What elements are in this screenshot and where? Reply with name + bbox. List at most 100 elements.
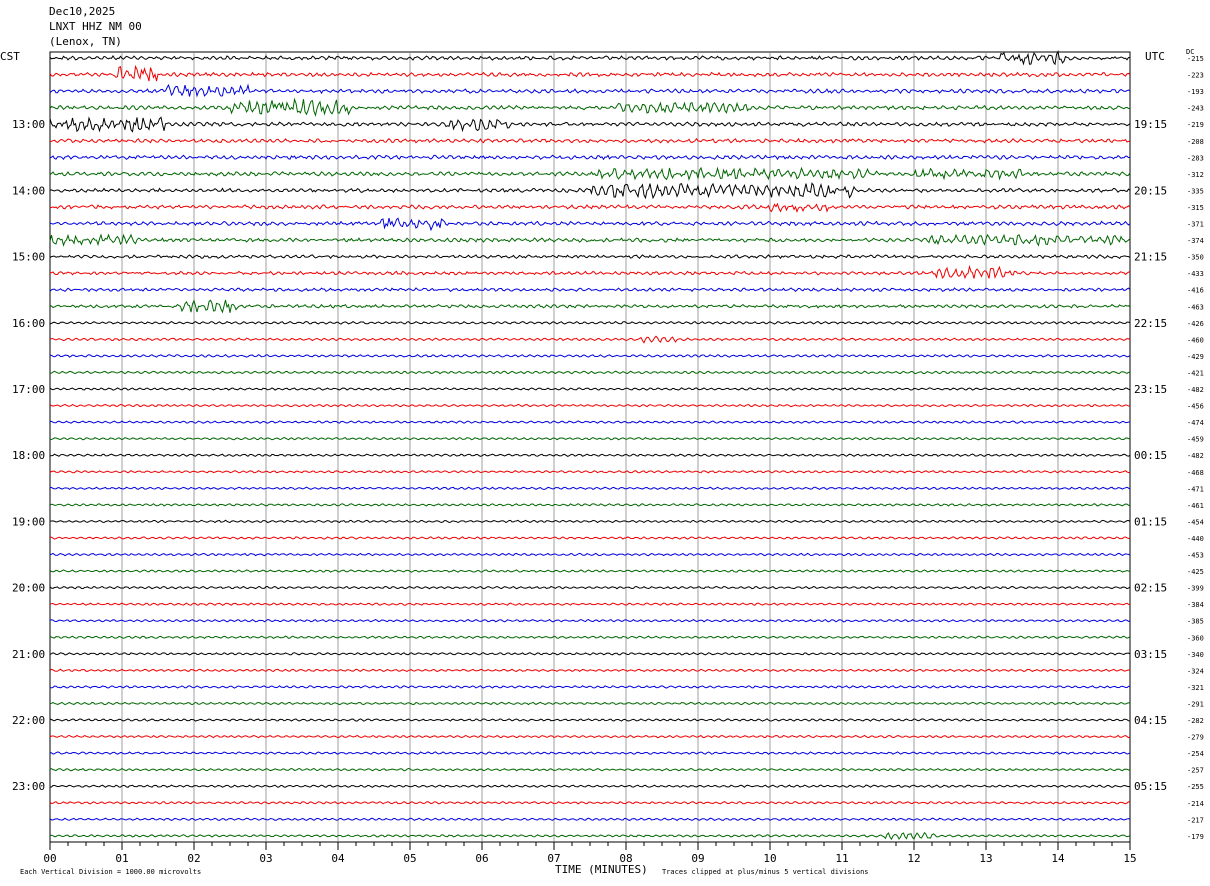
dc-offset-label: -193 [1187,88,1204,96]
dc-offset-label: -385 [1187,618,1204,626]
x-tick-label: 00 [43,852,56,865]
trace-line [49,569,1131,573]
trace-line [49,536,1131,540]
header-station: LNXT HHZ NM 00 [49,20,142,33]
trace-line [49,618,1131,623]
dc-offset-label: -312 [1187,171,1204,179]
trace-line [49,182,1131,200]
vertical-gridlines [49,51,1131,843]
x-axis-title: TIME (MINUTES) [555,863,648,876]
dc-offset-label: -243 [1187,105,1204,113]
trace-line [49,668,1131,673]
x-tick-label: 11 [835,852,848,865]
left-hour-label: 13:00 [12,118,45,131]
trace-line [49,685,1131,689]
trace-line [49,264,1131,280]
dc-offset-label: -208 [1187,138,1204,146]
trace-line [49,202,1131,213]
trace-line [49,519,1131,524]
dc-offset-label: -460 [1187,336,1204,344]
dc-offset-label: -321 [1187,684,1204,692]
trace-line [49,801,1131,805]
trace-line [49,784,1131,788]
x-tick-label: 13 [979,852,992,865]
dc-offset-label: -179 [1187,833,1204,841]
right-hour-label: 23:15 [1134,383,1167,396]
x-tick-label: 10 [763,852,776,865]
trace-line [49,370,1131,375]
seismic-traces [49,49,1131,841]
left-hour-labels: 13:00 14:00 15:00 16:00 17:00 18:00 19:00 20:00… [12,118,45,793]
trace-line [49,233,1131,247]
trace-line [49,652,1131,656]
x-tick-label: 03 [259,852,272,865]
dc-offset-label: -433 [1187,270,1204,278]
left-hour-label: 18:00 [12,449,45,462]
dc-offset-label: -454 [1187,518,1204,526]
right-hour-label: 21:15 [1134,251,1167,264]
trace-line [49,734,1131,739]
trace-line [49,503,1131,507]
dc-offset-label: -459 [1187,436,1204,444]
dc-offset-label: -340 [1187,651,1204,659]
dc-offset-label: -463 [1187,303,1204,311]
header-location: (Lenox, TN) [49,35,122,48]
trace-line [49,137,1131,144]
dc-offset-label: -425 [1187,568,1204,576]
left-hour-label: 23:00 [12,780,45,793]
trace-line [49,701,1131,706]
x-tick-label: 06 [475,852,488,865]
right-hour-label: 03:15 [1134,648,1167,661]
x-tick-label: 12 [907,852,920,865]
dc-offset-label: -283 [1187,154,1204,162]
trace-line [49,154,1131,161]
dc-offset-label: -371 [1187,221,1204,229]
left-hour-label: 16:00 [12,317,45,330]
dc-offset-label: -421 [1187,369,1204,377]
right-hour-label: 05:15 [1134,780,1167,793]
dc-offset-label: -223 [1187,72,1204,80]
right-hour-label: 19:15 [1134,118,1167,131]
helicorder-plot: 13:00 14:00 15:00 16:00 17:00 18:00 19:00 20:00… [12,49,1204,865]
dc-offset-label: -482 [1187,452,1204,460]
trace-line [49,718,1131,722]
dc-offset-label: -214 [1187,800,1204,808]
dc-offset-label: -255 [1187,783,1204,791]
right-hour-labels: 19:15 20:15 21:15 22:15 23:15 00:15 01:15 02:15… [1134,118,1167,793]
dc-offset-label: -282 [1187,717,1204,725]
dc-offset-label: -399 [1187,585,1204,593]
left-hour-label: 21:00 [12,648,45,661]
dc-offset-label: -374 [1187,237,1204,245]
dc-offset-labels: -215 -223 -193 -243 -219 -208 -283 -312 -335 -315… [1187,55,1204,841]
plot-frame [49,51,1131,843]
right-hour-label: 01:15 [1134,515,1167,528]
dc-offset-label: -456 [1187,403,1204,411]
left-hour-label: 19:00 [12,515,45,528]
trace-line [49,299,1131,314]
trace-line [49,116,1131,133]
dc-offset-label: -360 [1187,634,1204,642]
x-tick-label: 05 [403,852,416,865]
scale-note: Each Vertical Division = 1000.00 microvo… [20,868,202,876]
x-tick-label: 02 [187,852,200,865]
dc-offset-label: -257 [1187,767,1204,775]
trace-line [49,635,1131,640]
dc-offset-label: -426 [1187,320,1204,328]
trace-line [49,217,1131,232]
header-date: Dec10,2025 [49,5,116,18]
trace-line [49,320,1131,325]
trace-line [49,166,1131,181]
dc-offset-label: -315 [1187,204,1204,212]
trace-line [49,403,1131,408]
trace-line [49,470,1131,474]
trace-line [49,83,1131,98]
trace-line [49,831,1131,841]
x-tick-label: 15 [1123,852,1136,865]
trace-line [49,767,1131,772]
left-hour-label: 14:00 [12,184,45,197]
trace-line [49,585,1131,590]
dc-offset-label: -429 [1187,353,1204,361]
dc-offset-label: -324 [1187,667,1204,675]
trace-line [49,97,1131,117]
trace-line [49,486,1131,491]
